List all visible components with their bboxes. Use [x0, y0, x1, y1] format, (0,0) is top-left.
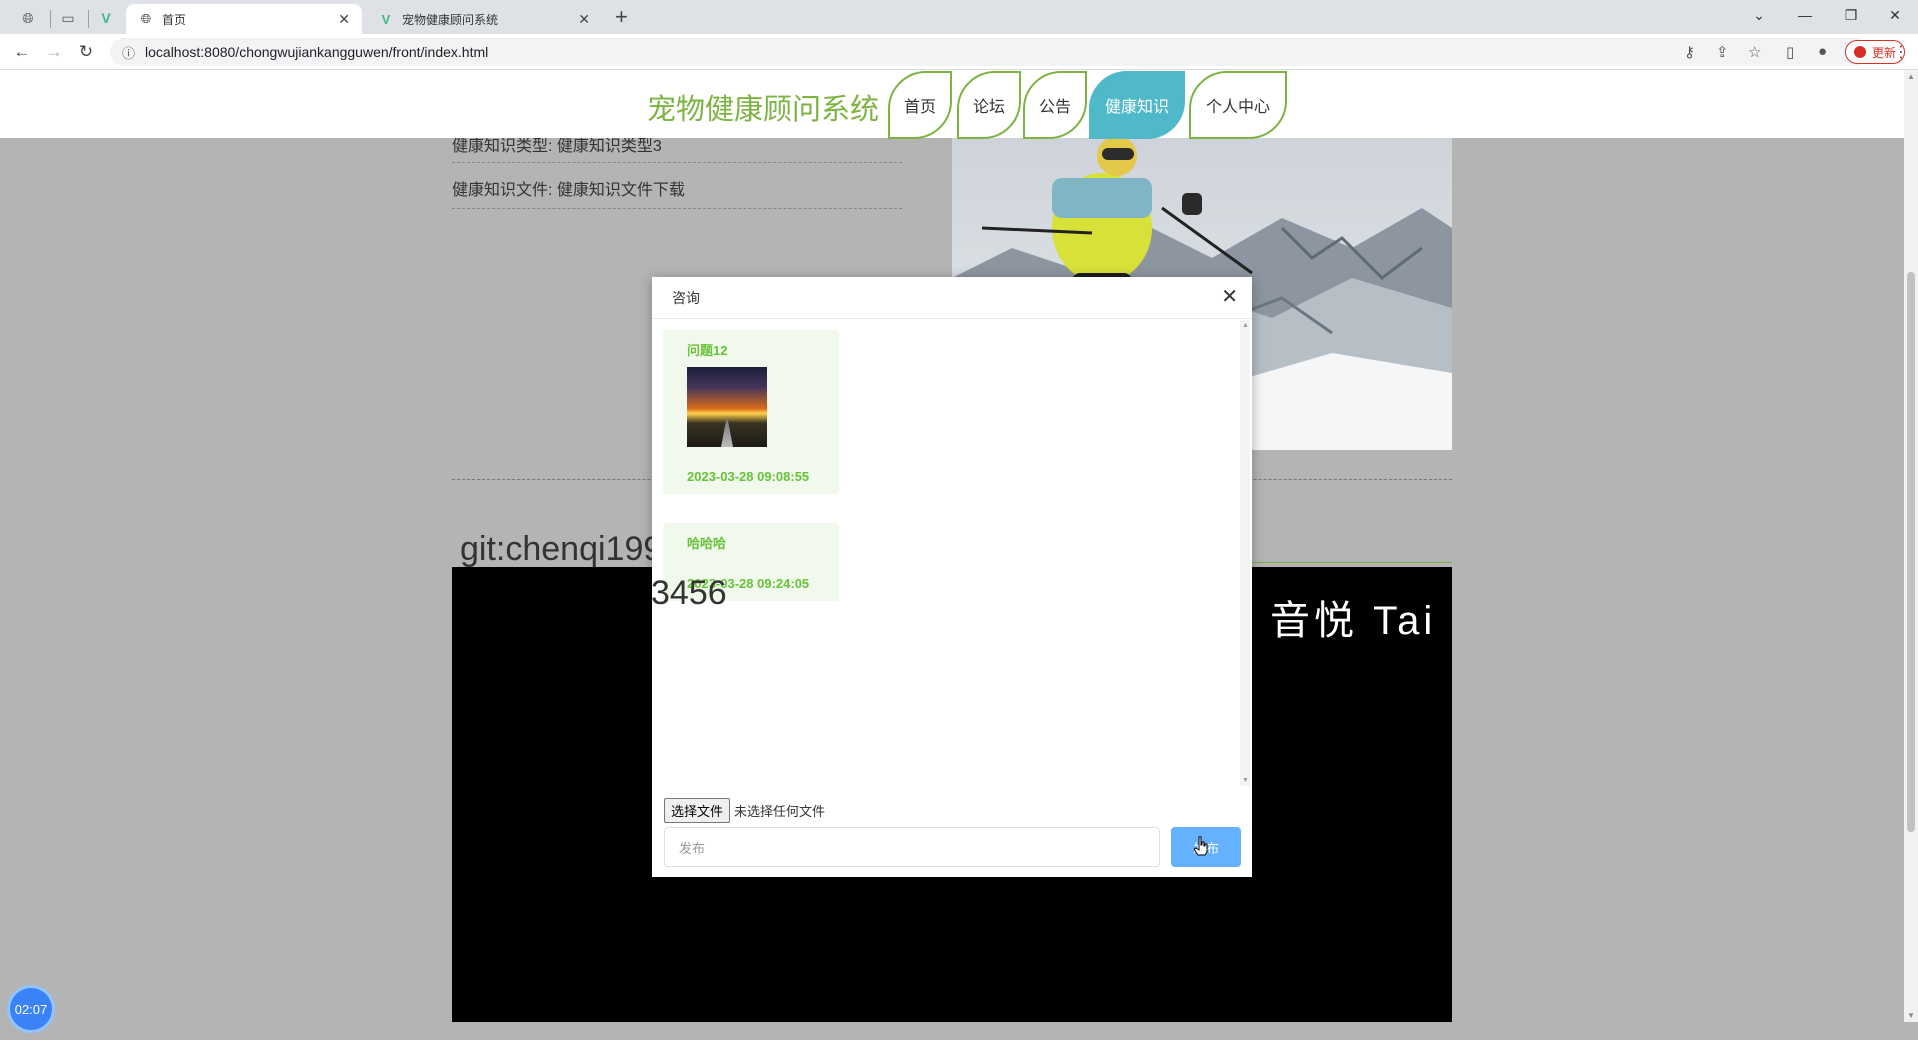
message-text: 问题12: [687, 343, 728, 358]
recording-timer[interactable]: 02:07: [7, 985, 55, 1033]
reload-button[interactable]: ↻: [74, 40, 98, 64]
arrow-left-icon: ←: [13, 42, 31, 61]
scroll-up-icon[interactable]: ▲: [1907, 72, 1915, 81]
scroll-up-icon[interactable]: ▲: [1242, 322, 1249, 329]
page-viewport: 健康知识类型: 健康知识类型3 健康知识文件: 健康知识文件下载 git:che…: [0, 70, 1904, 1022]
git-text-part-1: git:chenqi199: [460, 530, 663, 568]
star-icon[interactable]: ☆: [1748, 43, 1761, 61]
nav-label: 健康知识: [1104, 99, 1169, 116]
divider: [452, 162, 902, 163]
profile-avatar-icon[interactable]: ●: [1818, 43, 1827, 60]
tab-search-button[interactable]: ⌄: [1736, 0, 1782, 30]
tab-pet-health[interactable]: V 宠物健康顾问系统 ✕: [366, 4, 602, 34]
tab-home[interactable]: 🌐︎ 首页 ✕: [126, 4, 362, 34]
new-tab-button[interactable]: +: [615, 4, 628, 30]
browser-tab-bar: 🌐︎ ▭ V 🌐︎ 首页 ✕ V 宠物健康顾问系统 ✕ + ⌄ — ❐ ✕: [0, 0, 1918, 34]
chat-scrollbar[interactable]: ▲ ▼: [1240, 320, 1250, 786]
pinned-tab-blank[interactable]: ▭: [48, 4, 88, 32]
close-icon[interactable]: ✕: [1221, 287, 1238, 307]
page-scrollbar[interactable]: ▲ ▼: [1904, 70, 1918, 1022]
restore-icon: ❐: [1844, 6, 1858, 23]
chat-messages[interactable]: 问题12 2023-03-28 09:08:55 哈哈哈 2023-03-28 …: [652, 320, 1252, 786]
side-panel-icon[interactable]: ▯: [1786, 43, 1794, 61]
tab-label: 首页: [162, 12, 187, 27]
key-icon[interactable]: ⚷: [1684, 43, 1695, 61]
consult-dialog: 咨询 ✕ 问题12 2023-03-28 09:08:55 哈哈哈 2023-0…: [652, 277, 1252, 877]
message-time: 2023-03-28 09:08:55: [687, 469, 810, 484]
nav-forum[interactable]: 论坛: [957, 71, 1021, 139]
url-field[interactable]: ⓘ localhost:8080/chongwujiankangguwen/fr…: [110, 38, 1870, 66]
scrollbar-thumb[interactable]: [1907, 272, 1915, 832]
minimize-button[interactable]: —: [1782, 0, 1828, 30]
nav-health-knowledge[interactable]: 健康知识: [1089, 71, 1185, 139]
video-watermark: 音悦 Tai: [1270, 599, 1437, 643]
more-menu-icon[interactable]: ⋮: [1893, 42, 1909, 62]
git-text-part-2: 3456: [651, 574, 727, 612]
nav-label: 论坛: [972, 99, 1005, 116]
nav-personal-center[interactable]: 个人中心: [1189, 71, 1287, 139]
close-icon[interactable]: ✕: [338, 11, 350, 28]
file-status: 未选择任何文件: [734, 804, 826, 819]
hand-cursor-icon: [1194, 836, 1208, 856]
globe-icon: 🌐︎: [140, 11, 152, 26]
info-icon[interactable]: ⓘ: [122, 43, 135, 62]
chat-message: 问题12 2023-03-28 09:08:55: [663, 330, 839, 494]
site-header: 宠物健康顾问系统 首页 论坛 公告 健康知识 个人中心: [0, 70, 1904, 139]
close-icon[interactable]: ✕: [578, 11, 590, 28]
choose-file-button[interactable]: 选择文件: [664, 798, 731, 823]
reload-icon: ↻: [78, 42, 94, 61]
close-icon: ✕: [1889, 6, 1901, 23]
restore-button[interactable]: ❐: [1828, 0, 1874, 30]
message-image[interactable]: [687, 367, 767, 447]
divider: [452, 208, 902, 209]
minimize-icon: —: [1798, 7, 1812, 23]
scroll-down-icon[interactable]: ▼: [1242, 777, 1249, 784]
message-input[interactable]: 发布: [664, 827, 1160, 867]
file-picker: 选择文件 未选择任何文件: [664, 798, 825, 823]
vue-logo-icon: V: [101, 10, 111, 26]
nav-home[interactable]: 首页: [888, 71, 952, 139]
forward-button[interactable]: →: [42, 40, 66, 64]
message-input-placeholder: 发布: [679, 840, 706, 856]
dialog-header: 咨询 ✕: [652, 277, 1252, 319]
vue-logo-icon: V: [381, 11, 391, 27]
pinned-tab-globe[interactable]: 🌐︎: [8, 4, 48, 32]
site-title[interactable]: 宠物健康顾问系统: [647, 86, 879, 128]
nav-notice[interactable]: 公告: [1023, 71, 1087, 139]
health-info-file[interactable]: 健康知识文件: 健康知识文件下载: [452, 176, 685, 200]
blank-page-icon: ▭: [61, 9, 75, 26]
message-text: 哈哈哈: [687, 536, 727, 551]
share-icon[interactable]: ⇪: [1716, 43, 1729, 61]
back-button[interactable]: ←: [10, 40, 34, 64]
nav-label: 个人中心: [1205, 99, 1270, 116]
pinned-tab-vue[interactable]: V: [86, 4, 126, 32]
globe-icon: 🌐︎: [22, 9, 34, 26]
dialog-footer: 选择文件 未选择任何文件 发布 发布: [652, 786, 1252, 877]
arrow-right-icon: →: [45, 42, 63, 61]
url-text: localhost:8080/chongwujiankangguwen/fron…: [145, 44, 489, 60]
nav-label: 首页: [903, 99, 936, 116]
scroll-down-icon[interactable]: ▼: [1907, 1011, 1915, 1020]
nav-label: 公告: [1038, 99, 1071, 116]
window-close-button[interactable]: ✕: [1872, 0, 1918, 30]
tab-label: 宠物健康顾问系统: [402, 12, 499, 27]
dialog-title: 咨询: [672, 289, 700, 306]
chevron-down-icon: ⌄: [1753, 6, 1765, 23]
address-bar: ← → ↻ ⓘ localhost:8080/chongwujiankanggu…: [0, 34, 1918, 70]
